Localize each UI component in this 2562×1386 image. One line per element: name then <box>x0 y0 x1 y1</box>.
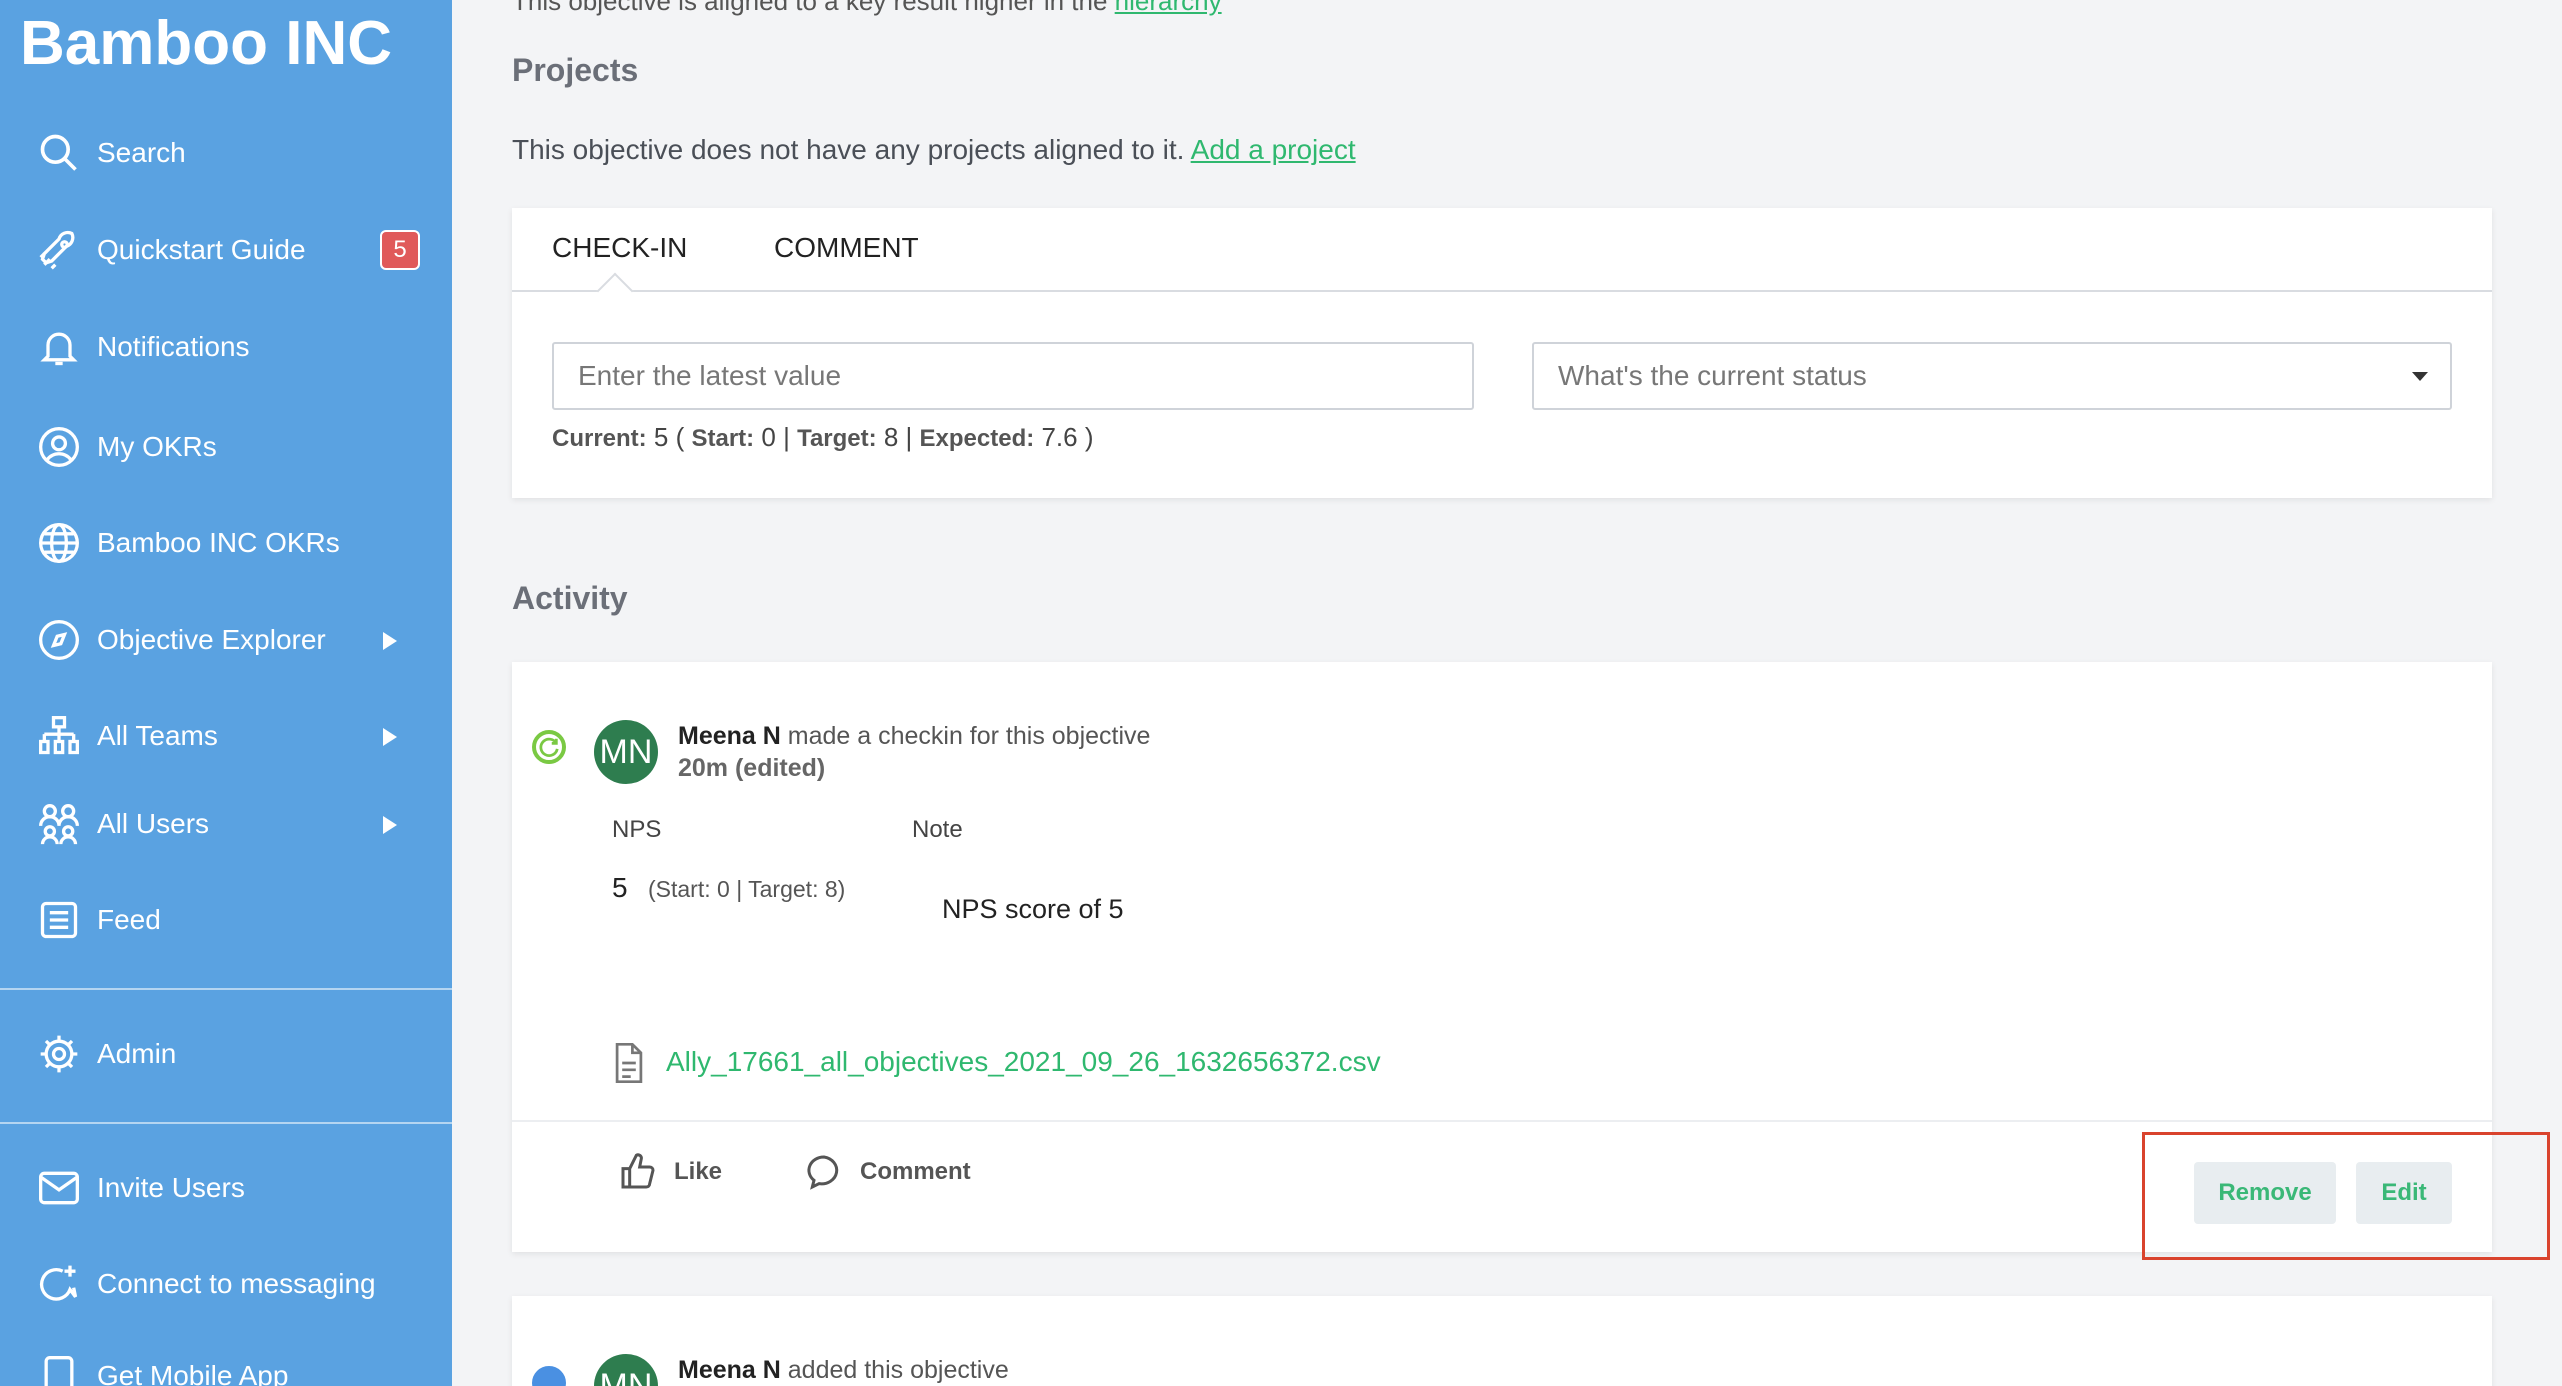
add-project-link[interactable]: Add a project <box>1191 134 1356 165</box>
sidebar-item-label: Objective Explorer <box>97 624 326 655</box>
sidebar-item-notifications[interactable]: Notifications <box>0 307 452 387</box>
sidebar-item-objective-explorer[interactable]: Objective Explorer <box>0 600 452 680</box>
sidebar-item-label: Get Mobile App <box>97 1360 289 1386</box>
compass-icon <box>36 617 82 663</box>
chevron-right-icon[interactable] <box>383 728 397 746</box>
sidebar-item-label: Invite Users <box>97 1172 245 1203</box>
sidebar-item-connect-messaging[interactable]: Connect to messaging <box>0 1244 452 1324</box>
checkin-note: NPS score of 5 <box>942 894 1124 924</box>
attachment-link[interactable]: Ally_17661_all_objectives_2021_09_26_163… <box>666 1046 1381 1078</box>
bell-icon <box>36 324 82 370</box>
feed-icon <box>36 897 82 943</box>
mobile-icon <box>36 1353 82 1386</box>
sidebar-item-my-okrs[interactable]: My OKRs <box>0 407 452 487</box>
chevron-right-icon[interactable] <box>383 632 397 650</box>
chat-plus-icon <box>36 1261 82 1307</box>
sidebar-item-label: Feed <box>97 904 161 935</box>
rocket-icon <box>36 227 82 273</box>
latest-value-input[interactable]: Enter the latest value <box>552 342 1474 410</box>
sidebar-item-search[interactable]: Search <box>0 113 452 193</box>
chevron-down-icon <box>2412 372 2428 381</box>
avatar[interactable]: MN <box>594 1354 658 1386</box>
checkin-status-icon <box>532 730 566 764</box>
brand-logo[interactable]: Bamboo INC <box>20 8 392 79</box>
user-circle-icon <box>36 424 82 470</box>
globe-icon <box>36 520 82 566</box>
speech-bubble-icon <box>807 1155 839 1190</box>
thumbs-up-icon <box>621 1153 655 1189</box>
activity-title: Activity <box>512 580 628 616</box>
activity-time: 20m (edited) <box>678 754 826 782</box>
checkin-value: 5 <box>612 872 628 903</box>
checkin-card: CHECK-IN COMMENT Enter the latest value … <box>512 208 2492 498</box>
sidebar-item-label: Admin <box>97 1038 177 1069</box>
sidebar-item-quickstart-guide[interactable]: Quickstart Guide 5 <box>0 210 452 290</box>
activity-entry: MN Meena N added this objective <box>512 1296 2492 1386</box>
hierarchy-link[interactable]: hierarchy <box>1115 0 1222 16</box>
projects-title: Projects <box>512 52 639 88</box>
sidebar-item-label: Search <box>97 137 186 168</box>
checkin-tabs: CHECK-IN COMMENT <box>512 208 2492 310</box>
sidebar-item-label: Quickstart Guide <box>97 234 306 265</box>
highlight-box <box>2142 1132 2550 1260</box>
sidebar: Bamboo INC Search Quickstart Guide 5 Not… <box>0 0 452 1386</box>
status-select[interactable]: What's the current status <box>1532 342 2452 410</box>
tab-comment[interactable]: COMMENT <box>774 232 919 264</box>
sidebar-item-label: My OKRs <box>97 431 217 462</box>
activity-headline: Meena N added this objective <box>678 1356 1009 1384</box>
progress-meta: Current: 5 ( Start: 0 | Target: 8 | Expe… <box>552 422 1094 452</box>
sidebar-item-label: Bamboo INC OKRs <box>97 527 340 558</box>
sidebar-item-invite-users[interactable]: Invite Users <box>0 1148 452 1228</box>
chevron-right-icon[interactable] <box>383 816 397 834</box>
sidebar-item-label: All Teams <box>97 720 218 751</box>
sidebar-divider <box>0 1122 452 1124</box>
active-tab-indicator <box>596 272 634 310</box>
sidebar-item-label: Connect to messaging <box>97 1268 376 1299</box>
like-button[interactable]: Like <box>618 1152 722 1192</box>
avatar[interactable]: MN <box>594 720 658 784</box>
sidebar-item-label: Notifications <box>97 331 250 362</box>
sidebar-item-feed[interactable]: Feed <box>0 880 452 960</box>
user-name[interactable]: Meena N <box>678 722 781 750</box>
sidebar-item-admin[interactable]: Admin <box>0 1014 452 1094</box>
activity-headline: Meena N made a checkin for this objectiv… <box>678 722 1151 750</box>
count-badge: 5 <box>380 230 420 270</box>
sidebar-item-all-teams[interactable]: All Teams <box>0 696 452 776</box>
sidebar-item-all-users[interactable]: All Users <box>0 784 452 864</box>
added-status-icon <box>532 1366 566 1386</box>
file-icon <box>615 1042 643 1084</box>
users-icon <box>36 801 82 847</box>
metric-column-header: NPS <box>612 816 662 843</box>
comment-button[interactable]: Comment <box>804 1152 971 1192</box>
tab-checkin[interactable]: CHECK-IN <box>552 232 687 264</box>
sidebar-item-mobile-app[interactable]: Get Mobile App <box>0 1336 452 1386</box>
note-column-header: Note <box>912 816 963 843</box>
search-icon <box>36 130 82 176</box>
checkin-value-detail: (Start: 0 | Target: 8) <box>648 876 846 902</box>
alignment-text: This objective is aligned to a key resul… <box>512 0 1222 17</box>
sidebar-divider <box>0 988 452 990</box>
sidebar-item-label: All Users <box>97 808 210 839</box>
mail-icon <box>36 1165 82 1211</box>
main-content: This objective is aligned to a key resul… <box>452 0 2562 1386</box>
gear-icon <box>36 1031 82 1077</box>
entry-footer-divider <box>512 1120 2492 1122</box>
user-name[interactable]: Meena N <box>678 1356 781 1384</box>
projects-text: This objective does not have any project… <box>512 134 1356 165</box>
sidebar-item-bamboo-okrs[interactable]: Bamboo INC OKRs <box>0 503 452 583</box>
org-chart-icon <box>36 713 82 759</box>
